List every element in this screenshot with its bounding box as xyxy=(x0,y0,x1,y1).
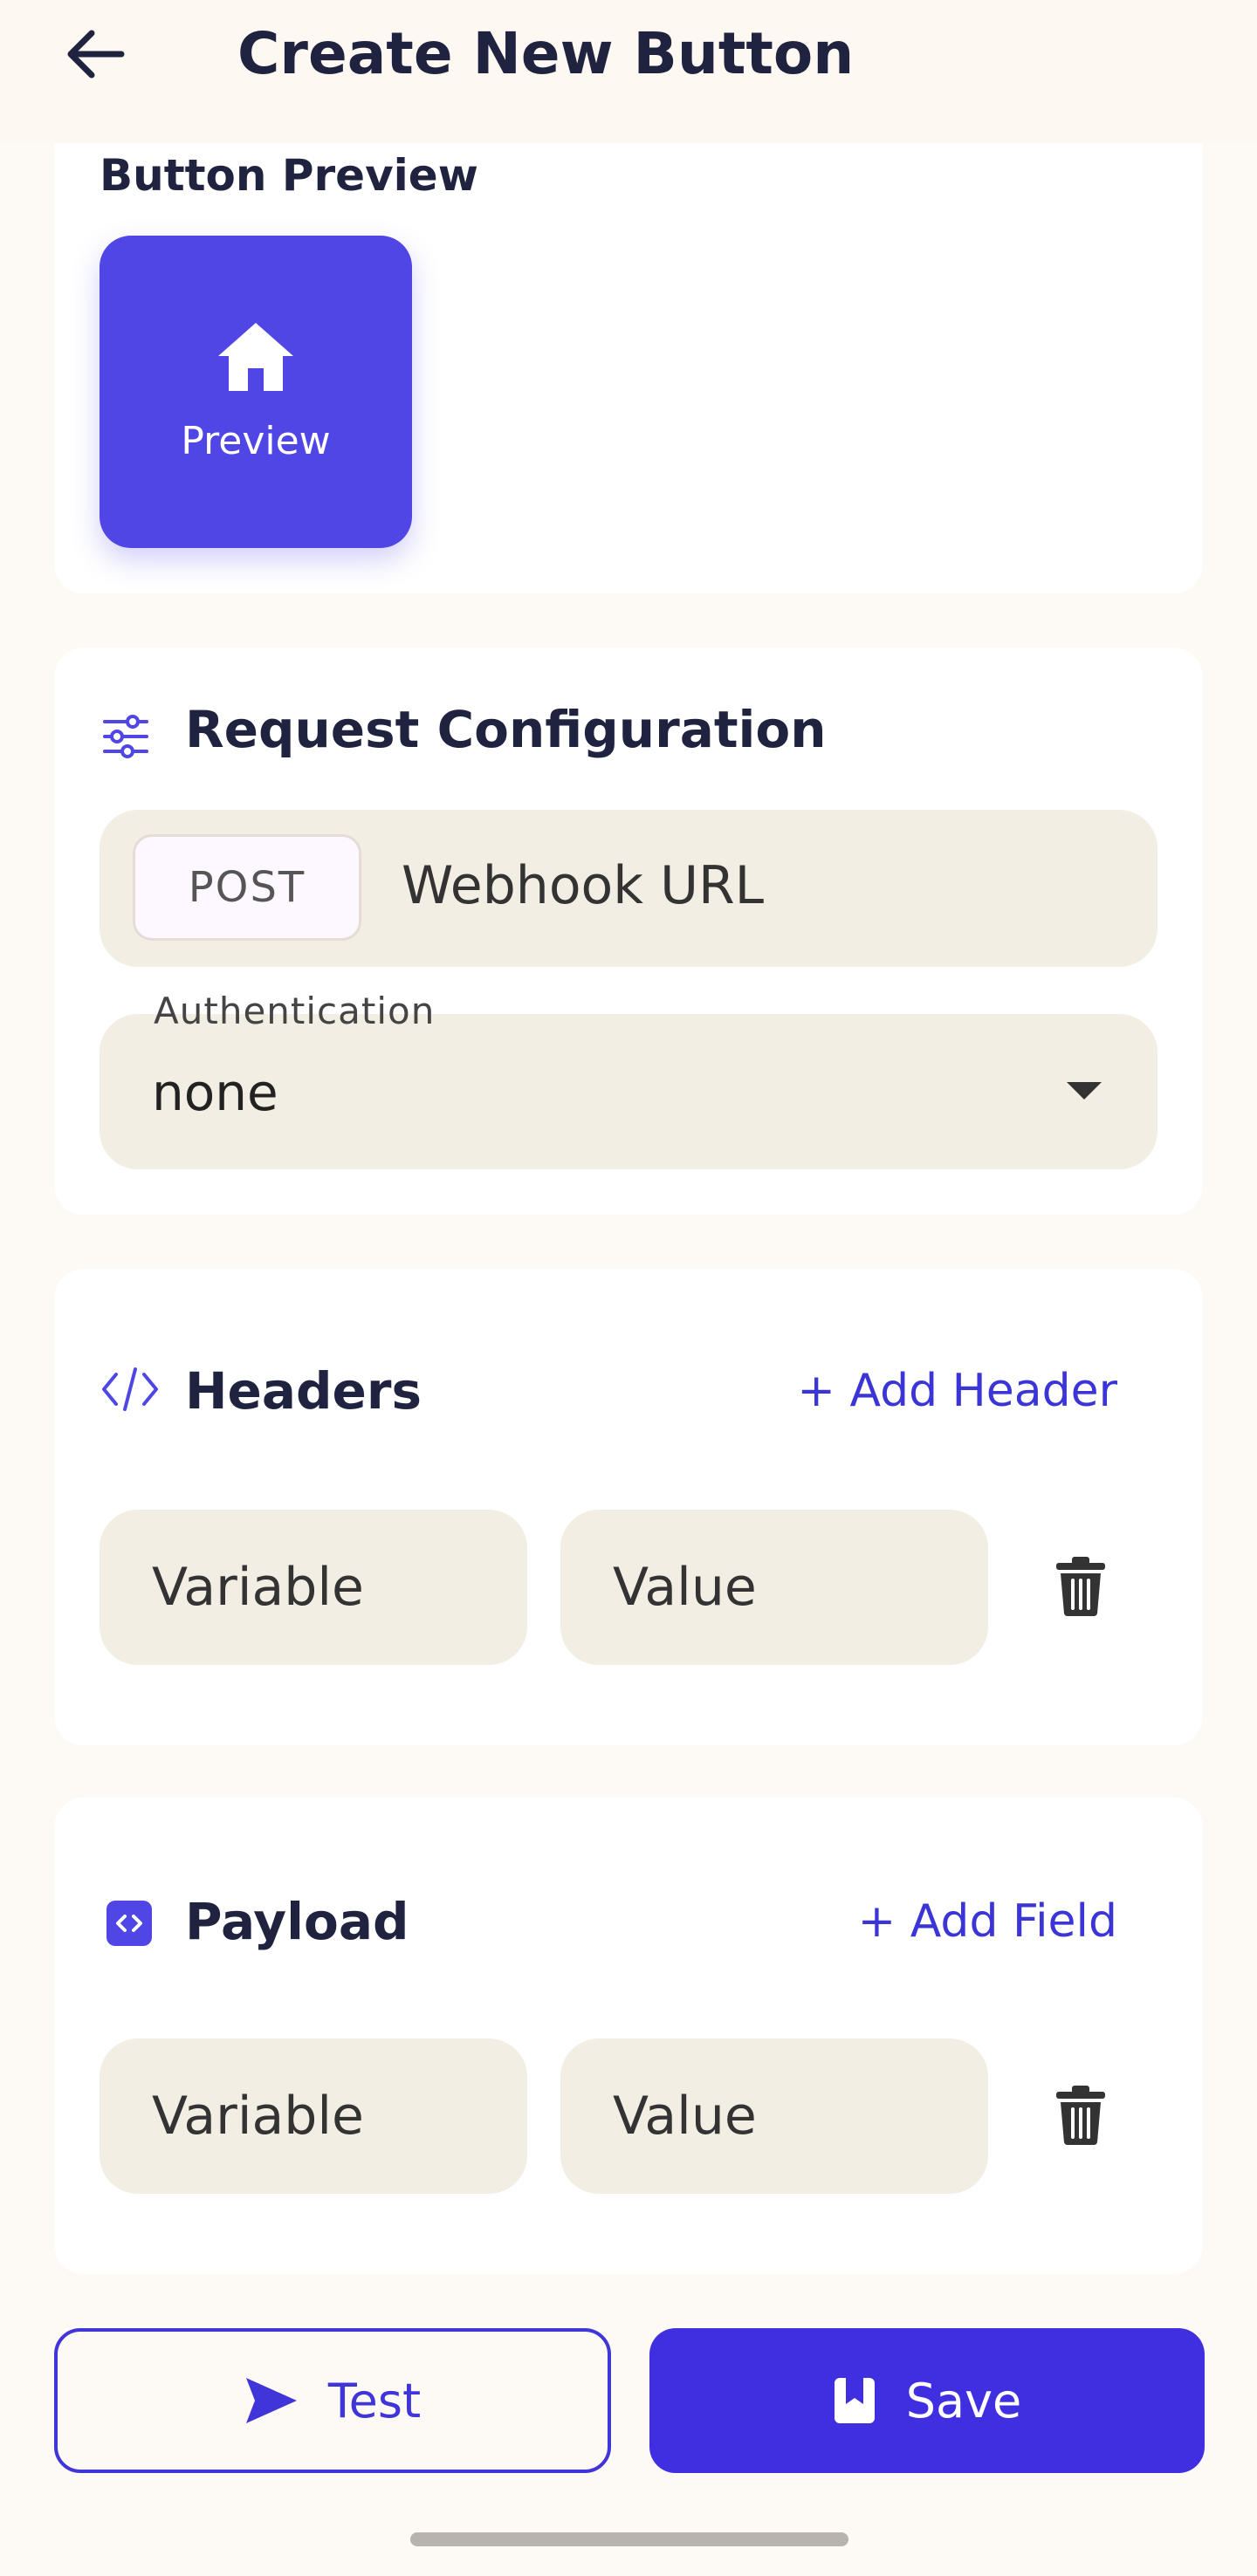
home-icon xyxy=(218,322,293,391)
webhook-url-field[interactable]: POST Webhook URL xyxy=(100,810,1157,967)
button-preview-card: Button Preview Preview xyxy=(54,143,1203,593)
headers-title: Headers xyxy=(185,1361,422,1421)
trash-icon xyxy=(1056,1557,1105,1616)
headers-card: Headers + Add Header Variable Value xyxy=(54,1269,1203,1745)
request-configuration-card: Request Configuration POST Webhook URL n… xyxy=(54,647,1203,1215)
header-value-input[interactable]: Value xyxy=(560,1510,988,1665)
authentication-select[interactable]: none xyxy=(100,1014,1157,1169)
http-method-chip[interactable]: POST xyxy=(133,834,361,941)
request-configuration-title: Request Configuration xyxy=(185,700,827,759)
add-field-button[interactable]: + Add Field xyxy=(858,1895,1117,1948)
payload-card: Payload + Add Field Variable Value xyxy=(54,1798,1203,2274)
trash-icon xyxy=(1056,2086,1105,2145)
authentication-label: Authentication xyxy=(154,990,436,1032)
delete-header-button[interactable] xyxy=(1037,1543,1124,1630)
code-box-icon xyxy=(105,1899,154,1948)
header-variable-input[interactable]: Variable xyxy=(100,1510,527,1665)
payload-title: Payload xyxy=(185,1892,409,1951)
home-indicator[interactable] xyxy=(410,2532,848,2546)
save-button-label: Save xyxy=(905,2373,1022,2429)
page-title: Create New Button xyxy=(237,20,855,87)
code-icon xyxy=(100,1363,161,1415)
arrow-left-icon xyxy=(67,30,125,79)
preview-label: Button Preview xyxy=(100,150,478,201)
webhook-url-placeholder: Webhook URL xyxy=(402,855,765,916)
test-button[interactable]: Test xyxy=(54,2328,611,2473)
bookmark-icon xyxy=(833,2376,876,2425)
payload-variable-input[interactable]: Variable xyxy=(100,2038,527,2194)
preview-button[interactable]: Preview xyxy=(100,236,412,548)
payload-value-input[interactable]: Value xyxy=(560,2038,988,2194)
test-button-label: Test xyxy=(327,2373,422,2429)
delete-field-button[interactable] xyxy=(1037,2072,1124,2159)
add-header-button[interactable]: + Add Header xyxy=(797,1365,1117,1417)
dropdown-caret-icon xyxy=(1067,1082,1102,1100)
back-button[interactable] xyxy=(52,17,136,91)
send-icon xyxy=(244,2376,299,2425)
save-button[interactable]: Save xyxy=(649,2328,1205,2473)
app-header: Create New Button xyxy=(0,0,1257,143)
preview-button-label: Preview xyxy=(181,418,331,463)
sliders-icon xyxy=(100,710,152,763)
authentication-value: none xyxy=(152,1063,278,1122)
